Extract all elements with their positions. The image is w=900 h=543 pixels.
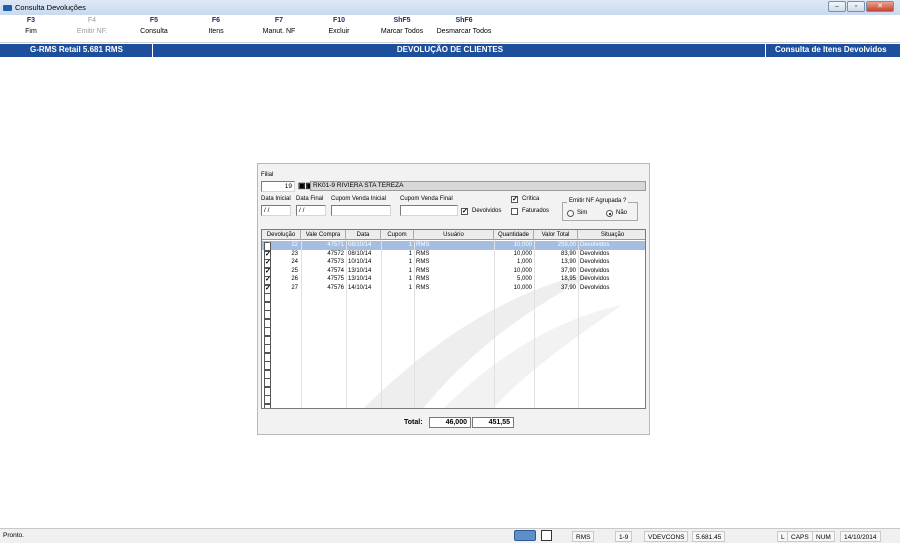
- data-inicial-input[interactable]: / /: [261, 205, 291, 216]
- status-bar: Pronto. RMS 1-9 VDEVCONS 5.681.45 L CAPS…: [0, 528, 900, 543]
- data-inicial-label: Data Inicial: [261, 196, 291, 202]
- fkey-f6-itens[interactable]: F6 Itens: [186, 17, 246, 35]
- grid-column-line: [494, 240, 495, 408]
- devolucoes-grid[interactable]: Devolução Vale Compra Data Cupom Usuário…: [261, 229, 646, 409]
- maximize-button[interactable]: ▫: [847, 1, 865, 12]
- app-icon: [3, 4, 12, 11]
- cupom-final-input[interactable]: [400, 205, 458, 216]
- fkey-f5-consulta[interactable]: F5 Consulta: [124, 17, 184, 35]
- fkey-f7-manut-nf[interactable]: F7 Manut. NF: [249, 17, 309, 35]
- fkey-shf6-desmarcar-todos[interactable]: ShF6 Desmarcar Todos: [434, 17, 494, 35]
- emitir-nf-label: Emitir NF Agrupada ?: [567, 198, 629, 204]
- grid-column-line: [578, 240, 579, 408]
- fkey-f4-emitir-nf[interactable]: F4 Emitir NF.: [62, 17, 122, 35]
- grid-header: Devolução Vale Compra Data Cupom Usuário…: [262, 230, 645, 240]
- window-title: Consulta Devoluções: [15, 3, 86, 12]
- close-button[interactable]: ✕: [866, 1, 894, 12]
- filial-input[interactable]: 19: [261, 181, 295, 192]
- module-header: G-RMS Retail 5.681 RMS DEVOLUÇÃO DE CLIE…: [0, 44, 900, 57]
- status-text: Pronto.: [3, 532, 24, 539]
- sim-label: Sim: [577, 210, 588, 216]
- col-quantidade[interactable]: Quantidade: [494, 230, 534, 240]
- filial-label: Filial: [261, 172, 274, 178]
- row-checkbox[interactable]: [264, 403, 271, 408]
- fkey-f3-fim[interactable]: F3 Fim: [1, 17, 61, 35]
- nao-label: Não: [616, 210, 628, 216]
- status-num: NUM: [812, 531, 835, 542]
- devolvidos-label: Devolvidos: [472, 208, 502, 214]
- grid-column-line: [414, 240, 415, 408]
- cupom-final-label: Cupom Venda Final: [400, 196, 453, 202]
- filial-name: RK01-9 RIVIERA STA TEREZA: [310, 181, 646, 191]
- status-caps: CAPS: [787, 531, 813, 542]
- total-quantidade: 46,000: [429, 417, 471, 428]
- col-situacao[interactable]: Situação: [578, 230, 645, 240]
- nao-radio[interactable]: [606, 210, 613, 217]
- status-date: 14/10/2014: [840, 531, 881, 542]
- title-bar: Consulta Devoluções – ▫ ✕: [0, 0, 900, 15]
- total-label: Total:: [404, 419, 423, 426]
- fkey-shf5-marcar-todos[interactable]: ShF5 Marcar Todos: [372, 17, 432, 35]
- col-valor-total[interactable]: Valor Total: [534, 230, 578, 240]
- grid-column-line: [301, 240, 302, 408]
- status-program: VDEVCONS: [644, 531, 689, 542]
- clipboard-icon: [541, 530, 552, 541]
- faturados-checkbox[interactable]: [511, 208, 518, 215]
- grid-column-line: [534, 240, 535, 408]
- function-key-bar: F3 Fim F4 Emitir NF. F5 Consulta F6 Itens F7…: [0, 15, 900, 43]
- grid-column-line: [381, 240, 382, 408]
- data-final-input[interactable]: / /: [296, 205, 326, 216]
- cupom-inicial-label: Cupom Venda Inicial: [331, 196, 387, 202]
- fkey-f10-excluir[interactable]: F10 Excluir: [309, 17, 369, 35]
- critica-checkbox[interactable]: ✓: [511, 196, 518, 203]
- devolvidos-checkbox[interactable]: ✓: [461, 208, 468, 215]
- col-devolucao[interactable]: Devolução: [262, 230, 301, 240]
- sim-radio[interactable]: [567, 210, 574, 217]
- computer-icon: [514, 530, 536, 541]
- critica-label: Crítica: [522, 196, 540, 202]
- col-vale-compra[interactable]: Vale Compra: [301, 230, 346, 240]
- status-version: 5.681.45: [692, 531, 726, 542]
- empty-row[interactable]: [262, 403, 645, 408]
- consulta-panel: Filial 19 ▣▣ RK01-9 RIVIERA STA TEREZA D…: [257, 163, 650, 435]
- status-user: RMS: [572, 531, 595, 542]
- faturados-label: Faturados: [522, 208, 550, 214]
- status-page: 1-9: [615, 531, 633, 542]
- col-usuario[interactable]: Usuário: [414, 230, 494, 240]
- minimize-button[interactable]: –: [828, 1, 846, 12]
- data-final-label: Data Final: [296, 196, 324, 202]
- grid-column-line: [346, 240, 347, 408]
- total-valor: 451,55: [472, 417, 514, 428]
- col-data[interactable]: Data: [346, 230, 381, 240]
- col-cupom[interactable]: Cupom: [381, 230, 414, 240]
- emitir-nf-group: Emitir NF Agrupada ? Sim Não: [562, 198, 638, 221]
- cupom-inicial-input[interactable]: [331, 205, 391, 216]
- screen-title: Consulta de Itens Devolvidos: [775, 45, 887, 54]
